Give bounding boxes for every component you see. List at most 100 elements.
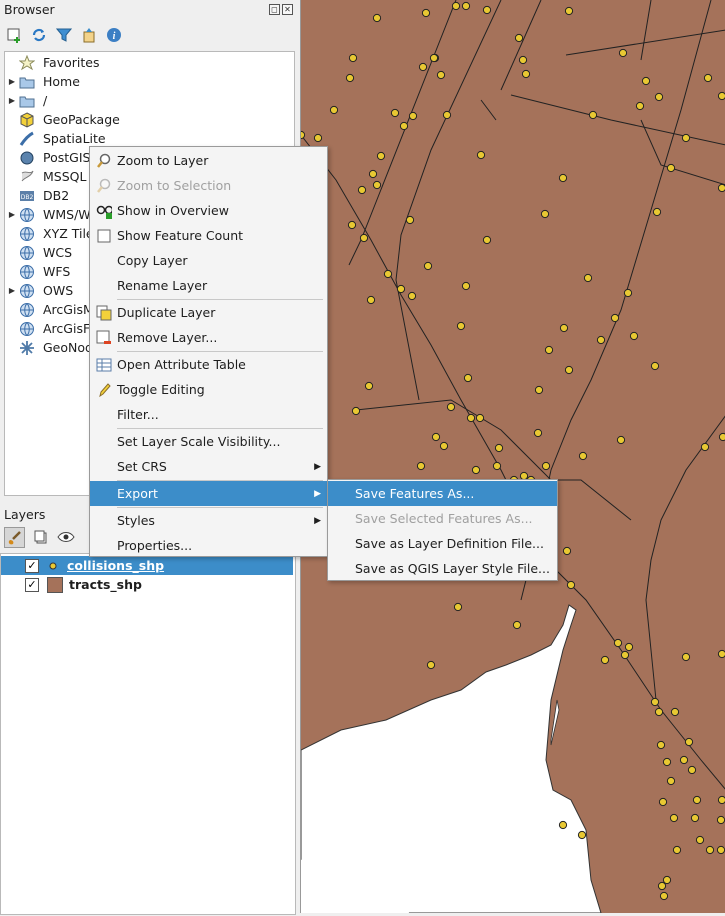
folder-icon bbox=[19, 93, 35, 109]
expand-arrow-icon[interactable]: ▶ bbox=[5, 77, 19, 86]
collision-point bbox=[610, 313, 620, 323]
collision-point bbox=[463, 373, 473, 383]
menu-item-rename-layer[interactable]: Rename Layer bbox=[90, 273, 327, 298]
collision-point bbox=[296, 130, 306, 140]
collision-point bbox=[475, 413, 485, 423]
collision-point bbox=[492, 461, 502, 471]
menu-item-open-attribute-table[interactable]: Open Attribute Table bbox=[90, 352, 327, 377]
folder-icon bbox=[19, 74, 35, 90]
menu-item-label: Show in Overview bbox=[117, 203, 229, 218]
browser-item-db2[interactable]: DB2 DB2 bbox=[5, 186, 69, 205]
browser-item-wfs[interactable]: WFS bbox=[5, 262, 70, 281]
collision-point bbox=[439, 441, 449, 451]
postgis-icon bbox=[19, 150, 35, 166]
layer-row-tracts[interactable]: ✓ tracts_shp bbox=[1, 575, 293, 594]
menu-item-copy-layer[interactable]: Copy Layer bbox=[90, 248, 327, 273]
expand-arrow-icon[interactable]: ▶ bbox=[5, 210, 19, 219]
browser-item-label: PostGIS bbox=[43, 150, 91, 165]
point-layer-icon bbox=[49, 562, 57, 569]
collision-point bbox=[718, 432, 725, 442]
globe-icon bbox=[19, 245, 35, 261]
menu-item-styles[interactable]: Styles ▶ bbox=[90, 508, 327, 533]
collision-point bbox=[717, 183, 725, 193]
globe-icon bbox=[19, 226, 35, 242]
submenu-item-save-selected-features-as[interactable]: Save Selected Features As... bbox=[328, 506, 557, 531]
collision-point bbox=[416, 461, 426, 471]
submenu-item-save-as-layer-definition-file[interactable]: Save as Layer Definition File... bbox=[328, 531, 557, 556]
browser-item-geopackage[interactable]: GeoPackage bbox=[5, 110, 120, 129]
collapse-all-button[interactable] bbox=[79, 25, 98, 44]
collision-point bbox=[540, 209, 550, 219]
collision-point bbox=[345, 73, 355, 83]
browser-item-postgis[interactable]: PostGIS bbox=[5, 148, 90, 167]
collision-point bbox=[623, 288, 633, 298]
collision-point bbox=[541, 461, 551, 471]
collision-point bbox=[624, 642, 634, 652]
collision-point bbox=[650, 697, 660, 707]
style-panel-button[interactable] bbox=[4, 527, 25, 548]
refresh-button[interactable] bbox=[29, 25, 48, 44]
collision-point bbox=[656, 740, 666, 750]
expand-arrow-icon[interactable]: ▶ bbox=[5, 286, 19, 295]
layer-visibility-checkbox[interactable]: ✓ bbox=[25, 577, 39, 592]
menu-item-set-crs[interactable]: Set CRS ▶ bbox=[90, 454, 327, 479]
panel-title-buttons: ◻ ✕ bbox=[269, 4, 293, 15]
submenu-item-save-features-as[interactable]: Save Features As... bbox=[328, 481, 557, 506]
star-icon bbox=[19, 54, 35, 71]
expand-arrow-icon[interactable]: ▶ bbox=[5, 96, 19, 105]
add-layer-button[interactable] bbox=[4, 25, 23, 44]
collision-point bbox=[521, 69, 531, 79]
browser-item-label: SpatiaLite bbox=[43, 131, 106, 146]
globe-icon bbox=[19, 321, 35, 337]
menu-item-zoom-to-selection[interactable]: Zoom to Selection bbox=[90, 173, 327, 198]
menu-item-filter[interactable]: Filter... bbox=[90, 402, 327, 427]
browser-item-ows[interactable]: ▶ OWS bbox=[5, 281, 73, 300]
menu-item-duplicate-layer[interactable]: Duplicate Layer bbox=[90, 300, 327, 325]
menu-item-zoom-to-layer[interactable]: Zoom to Layer bbox=[90, 148, 327, 173]
menu-item-export[interactable]: Export ▶ bbox=[90, 481, 327, 506]
browser-item-mssql[interactable]: MSSQL bbox=[5, 167, 86, 186]
menu-item-set-layer-scale-visibility[interactable]: Set Layer Scale Visibility... bbox=[90, 429, 327, 454]
collision-point bbox=[482, 235, 492, 245]
menu-item-properties[interactable]: Properties... bbox=[90, 533, 327, 558]
submenu-arrow-icon: ▶ bbox=[314, 461, 321, 472]
visibility-button[interactable] bbox=[56, 527, 75, 546]
layer-name: collisions_shp bbox=[67, 558, 165, 573]
properties-info-button[interactable]: i bbox=[104, 25, 123, 44]
filter-button[interactable] bbox=[54, 25, 73, 44]
duplicate-icon bbox=[96, 305, 112, 321]
browser-item-label: Favorites bbox=[43, 55, 100, 70]
submenu-item-save-as-qgis-layer-style-file[interactable]: Save as QGIS Layer Style File... bbox=[328, 556, 557, 581]
refresh-icon bbox=[32, 28, 45, 41]
browser-panel-title: Browser bbox=[4, 2, 55, 17]
menu-item-label: Toggle Editing bbox=[117, 382, 205, 397]
browser-item-favorites[interactable]: Favorites bbox=[5, 53, 99, 72]
browser-item-home[interactable]: ▶ Home bbox=[5, 72, 80, 91]
collision-point bbox=[600, 655, 610, 665]
menu-item-label: Set Layer Scale Visibility... bbox=[117, 434, 281, 449]
browser-item-[interactable]: ▶ / bbox=[5, 91, 47, 110]
browser-item-geonode[interactable]: GeoNode bbox=[5, 338, 101, 357]
layer-row-collisions[interactable]: ✓ collisions_shp bbox=[1, 556, 293, 575]
collision-point bbox=[423, 261, 433, 271]
menu-item-toggle-editing[interactable]: Toggle Editing bbox=[90, 377, 327, 402]
map-canvas[interactable] bbox=[296, 0, 725, 914]
menu-item-remove-layer[interactable]: Remove Layer... bbox=[90, 325, 327, 350]
menu-item-show-in-overview[interactable]: Show in Overview bbox=[90, 198, 327, 223]
add-group-button[interactable] bbox=[31, 527, 50, 546]
collision-point bbox=[313, 133, 323, 143]
browser-item-xyz-tiles[interactable]: XYZ Tiles bbox=[5, 224, 100, 243]
collision-point bbox=[716, 845, 725, 855]
layer-visibility-checkbox[interactable]: ✓ bbox=[25, 558, 39, 573]
float-panel-button[interactable]: ◻ bbox=[269, 4, 280, 15]
collision-point bbox=[559, 323, 569, 333]
layers-toolbar bbox=[4, 527, 75, 548]
collision-point bbox=[659, 891, 669, 901]
globe-icon bbox=[19, 207, 35, 223]
collision-point bbox=[618, 48, 628, 58]
layers-tree[interactable]: ✓ collisions_shp ✓ tracts_shp bbox=[0, 553, 296, 915]
close-panel-button[interactable]: ✕ bbox=[282, 4, 293, 15]
collision-point bbox=[514, 33, 524, 43]
browser-item-wcs[interactable]: WCS bbox=[5, 243, 72, 262]
menu-item-show-feature-count[interactable]: Show Feature Count bbox=[90, 223, 327, 248]
